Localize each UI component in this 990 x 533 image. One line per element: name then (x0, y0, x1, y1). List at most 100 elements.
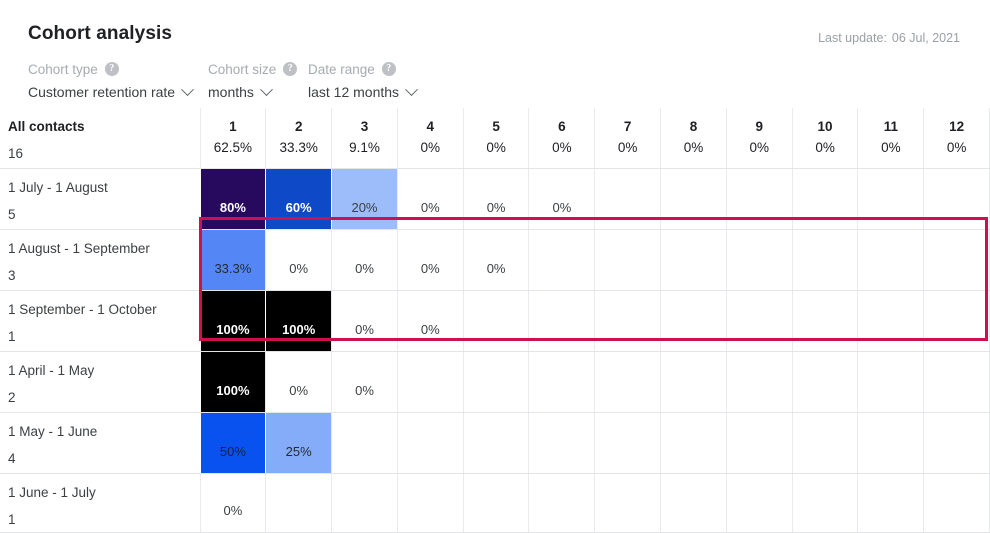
cohort-cell[interactable] (265, 473, 332, 533)
cohort-cell[interactable] (923, 412, 990, 474)
date-range-dropdown[interactable]: last 12 months (308, 82, 448, 100)
cell-value: 0% (223, 502, 243, 518)
cohort-cell[interactable] (857, 168, 924, 230)
cohort-cell[interactable]: 80% (200, 168, 266, 230)
column-header-7[interactable]: 7 0% (594, 108, 661, 169)
cohort-cell[interactable] (791, 168, 858, 230)
cohort-cell[interactable] (923, 290, 990, 352)
cohort-cell[interactable]: 0% (528, 168, 595, 230)
last-update: Last update: 06 Jul, 2021 (818, 31, 960, 45)
cohort-cell[interactable] (594, 351, 661, 413)
cohort-cell[interactable] (660, 168, 727, 230)
cohort-cell[interactable] (857, 229, 924, 291)
column-header-5[interactable]: 5 0% (462, 108, 529, 169)
cohort-cell[interactable] (528, 229, 595, 291)
cohort-cell[interactable]: 100% (200, 290, 266, 352)
cohort-cell[interactable] (923, 351, 990, 413)
column-header-3[interactable]: 3 9.1% (331, 108, 398, 169)
cohort-cell[interactable]: 50% (200, 412, 266, 474)
cohort-cell[interactable] (660, 412, 727, 474)
help-circle-icon[interactable]: ? (104, 62, 119, 76)
column-header-4[interactable]: 4 0% (396, 108, 464, 169)
cohort-cell[interactable]: 0% (199, 473, 266, 533)
cohort-cell[interactable]: 0% (265, 229, 332, 291)
last-update-value: 06 Jul, 2021 (891, 31, 960, 45)
column-number: 5 (492, 119, 500, 134)
cohort-cell[interactable] (528, 473, 595, 533)
cohort-cell[interactable] (396, 351, 464, 413)
cell-value: 100% (216, 321, 250, 337)
cohort-cell[interactable] (331, 412, 398, 474)
cohort-cell[interactable] (462, 473, 529, 533)
cohort-cell[interactable] (857, 473, 924, 533)
cohort-cell[interactable] (660, 351, 727, 413)
cohort-row-name: 1 June - 1 July (8, 484, 96, 500)
column-header-12[interactable]: 12 0% (923, 108, 990, 169)
cohort-cell[interactable] (857, 290, 924, 352)
cohort-cell[interactable]: 0% (462, 168, 529, 230)
cohort-cell[interactable]: 20% (331, 168, 398, 230)
cohort-cell[interactable] (791, 290, 858, 352)
cohort-cell[interactable] (791, 473, 858, 533)
cohort-cell[interactable] (462, 412, 529, 474)
cell-value: 20% (351, 199, 378, 215)
cohort-cell[interactable] (594, 229, 661, 291)
column-header-10[interactable]: 10 0% (791, 108, 858, 169)
help-circle-icon[interactable]: ? (381, 62, 396, 76)
cohort-cell[interactable] (462, 351, 529, 413)
cohort-cell[interactable] (660, 229, 727, 291)
cohort-cell[interactable] (396, 412, 464, 474)
cohort-cell[interactable] (660, 473, 727, 533)
cohort-cell[interactable]: 0% (331, 351, 398, 413)
cell-value: 0% (355, 260, 374, 276)
cohort-cell[interactable]: 25% (265, 412, 332, 474)
cohort-cell[interactable] (594, 290, 661, 352)
cohort-cell[interactable] (791, 412, 858, 474)
cohort-cell[interactable] (857, 351, 924, 413)
cohort-cell[interactable]: 0% (396, 168, 464, 230)
cohort-cell[interactable] (923, 473, 990, 533)
cohort-cell[interactable]: 33.3% (200, 229, 266, 291)
cohort-cell[interactable]: 0% (331, 290, 398, 352)
cohort-cell[interactable] (791, 229, 858, 291)
column-header-1[interactable]: 1 62.5% (199, 108, 266, 169)
column-header-8[interactable]: 8 0% (660, 108, 727, 169)
cohort-cell[interactable] (528, 351, 595, 413)
column-header-6[interactable]: 6 0% (528, 108, 595, 169)
cohort-cell[interactable]: 100% (265, 290, 332, 352)
cohort-cell[interactable] (660, 290, 727, 352)
cohort-cell[interactable] (923, 168, 990, 230)
cohort-cell[interactable] (857, 412, 924, 474)
cohort-cell[interactable] (725, 351, 793, 413)
column-header-11[interactable]: 11 0% (857, 108, 924, 169)
cohort-cell[interactable] (331, 473, 398, 533)
cohort-cell[interactable] (725, 412, 793, 474)
column-header-9[interactable]: 9 0% (725, 108, 793, 169)
cohort-cell[interactable] (725, 168, 793, 230)
column-header-2[interactable]: 2 33.3% (265, 108, 332, 169)
cohort-cell[interactable] (594, 412, 661, 474)
cohort-cell[interactable] (725, 229, 793, 291)
cohort-cell[interactable]: 0% (462, 229, 529, 291)
cell-value: 0% (486, 199, 506, 215)
cohort-cell[interactable]: 100% (200, 351, 266, 413)
cohort-cell[interactable]: 0% (331, 229, 398, 291)
cohort-cell[interactable] (594, 473, 661, 533)
cohort-cell[interactable] (594, 168, 661, 230)
cohort-cell[interactable]: 0% (396, 229, 464, 291)
cohort-cell[interactable] (462, 290, 529, 352)
cohort-cell[interactable] (923, 229, 990, 291)
cohort-cell[interactable]: 0% (265, 351, 332, 413)
chevron-down-icon (260, 82, 273, 96)
cohort-cell[interactable] (396, 473, 464, 533)
cohort-cell[interactable]: 0% (396, 290, 464, 352)
cohort-size-dropdown[interactable]: months (208, 82, 308, 100)
help-circle-icon[interactable]: ? (283, 62, 298, 76)
cohort-type-dropdown[interactable]: Customer retention rate (28, 82, 208, 100)
cohort-cell[interactable] (528, 290, 595, 352)
cohort-cell[interactable] (528, 412, 595, 474)
cohort-cell[interactable] (791, 351, 858, 413)
cohort-cell[interactable] (725, 290, 793, 352)
cohort-cell[interactable] (725, 473, 793, 533)
cohort-cell[interactable]: 60% (265, 168, 332, 230)
